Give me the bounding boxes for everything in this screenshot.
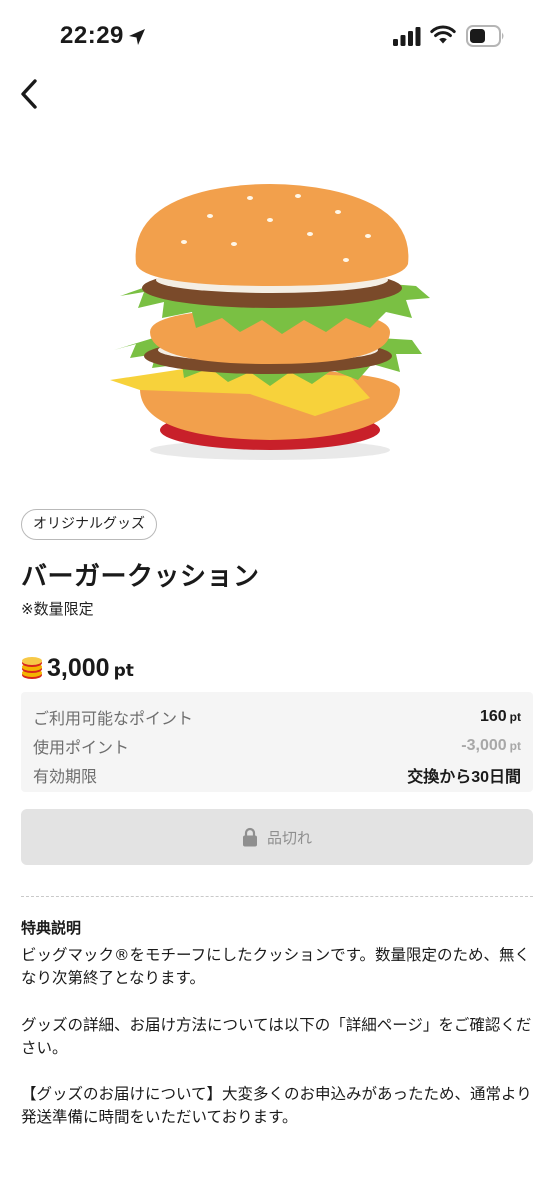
price-row: 3,000 pt bbox=[21, 652, 134, 684]
description-paragraph: ビッグマック®をモチーフにしたクッションです。数量限定のため、無くなり次第終了と… bbox=[21, 946, 531, 987]
available-points-value: 160 pt bbox=[479, 707, 521, 725]
product-title: バーガークッション bbox=[21, 562, 260, 592]
points-info-box: ご利用可能なポイント 160 pt 使用ポイント -3,000 pt 有効期限 交換… bbox=[21, 692, 533, 792]
expiry-value: 交換から30日間 bbox=[407, 768, 521, 786]
price-value: 3,000 bbox=[47, 653, 110, 682]
product-note: ※数量限定 bbox=[21, 600, 94, 618]
used-points-label: 使用ポイント bbox=[33, 737, 130, 757]
burger-cushion-image bbox=[110, 184, 430, 460]
used-points-value: -3,000 pt bbox=[461, 736, 521, 754]
category-badge: オリジナルグッズ bbox=[21, 509, 157, 540]
expiry-row: 有効期限 交換から30日間 bbox=[33, 760, 521, 789]
soldout-button[interactable]: 品切れ bbox=[21, 809, 533, 865]
description-heading: 特典説明 bbox=[21, 919, 82, 937]
scroll-fade bbox=[0, 1148, 554, 1200]
price-unit: pt bbox=[113, 660, 134, 681]
available-points-label: ご利用可能なポイント bbox=[33, 708, 194, 728]
description-paragraph: 【グッズのお届けについて】大変多くのお申込みがあったため、通常より発送準備に時間… bbox=[21, 1085, 532, 1126]
soldout-label: 品切れ bbox=[266, 828, 312, 847]
used-points-row: 使用ポイント -3,000 pt bbox=[33, 731, 521, 760]
divider bbox=[21, 896, 533, 897]
status-time: 22:29 bbox=[60, 22, 124, 49]
cellular-signal-icon bbox=[393, 27, 421, 46]
expiry-label: 有効期限 bbox=[33, 766, 98, 786]
location-arrow-icon bbox=[129, 29, 145, 45]
lock-icon bbox=[242, 827, 257, 847]
status-bar: 22:29 bbox=[0, 0, 554, 74]
back-button[interactable] bbox=[14, 76, 50, 112]
battery-icon bbox=[466, 25, 504, 47]
wifi-icon bbox=[430, 25, 456, 44]
coin-stack-icon bbox=[22, 657, 42, 679]
description-paragraph: グッズの詳細、お届け方法については以下の「詳細ページ」をご確認ください。 bbox=[21, 1016, 532, 1057]
available-points-row: ご利用可能なポイント 160 pt bbox=[33, 702, 521, 731]
